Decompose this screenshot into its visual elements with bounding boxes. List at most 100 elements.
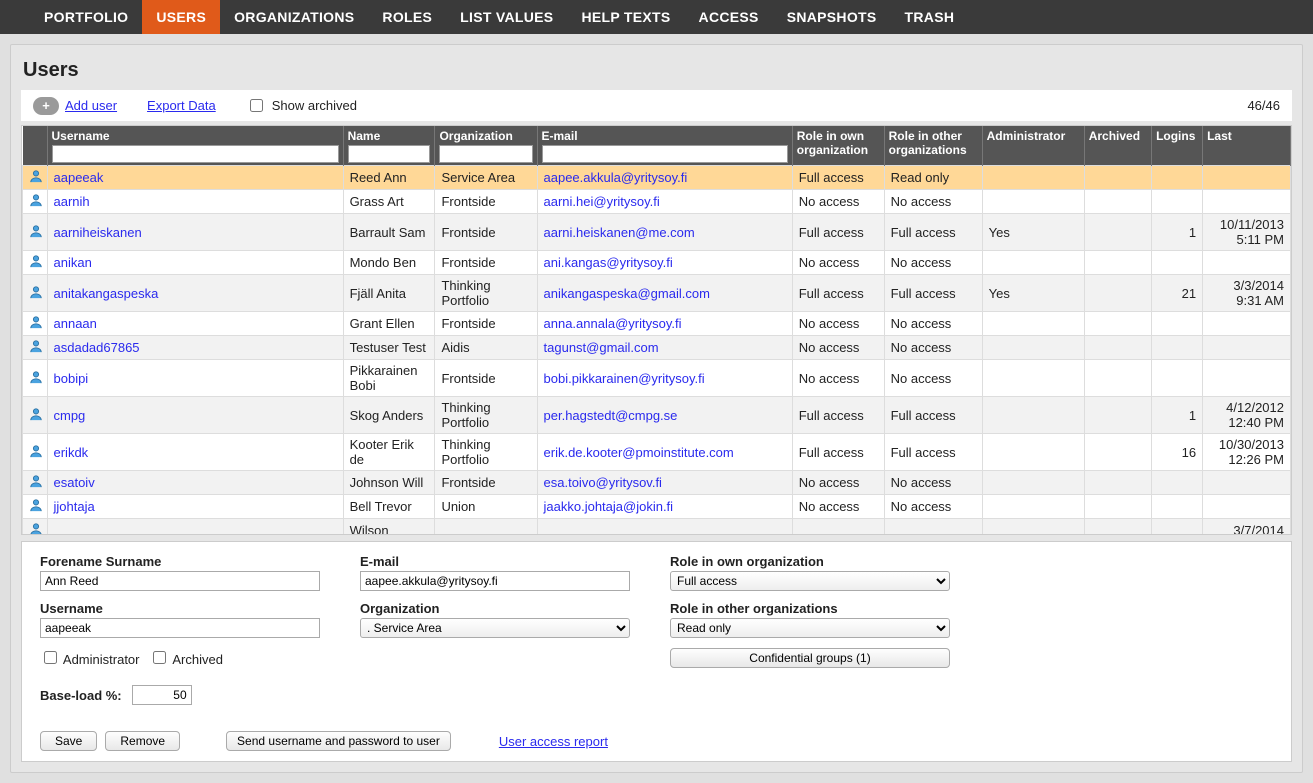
cell-role-own: Full access xyxy=(792,275,884,312)
username-link[interactable]: aapeeak xyxy=(54,170,104,185)
nav-item-users[interactable]: USERS xyxy=(142,0,220,34)
archived-toggle[interactable]: Archived xyxy=(149,648,222,667)
nav-item-portfolio[interactable]: PORTFOLIO xyxy=(30,0,142,34)
cell-name: Wilson xyxy=(343,519,435,536)
col-name[interactable]: Name xyxy=(343,126,435,166)
email-field[interactable] xyxy=(360,571,630,591)
email-link[interactable]: anikangaspeska@gmail.com xyxy=(544,286,710,301)
filter-email[interactable] xyxy=(542,145,788,163)
cell-role-own: No access xyxy=(792,312,884,336)
col-username[interactable]: Username xyxy=(47,126,343,166)
confidential-groups-button[interactable]: Confidential groups (1) xyxy=(670,648,950,668)
user-icon xyxy=(29,444,43,458)
table-row[interactable]: anitakangaspeskaFjäll AnitaThinking Port… xyxy=(23,275,1291,312)
username-link[interactable]: cmpg xyxy=(54,408,86,423)
cell-admin xyxy=(982,190,1084,214)
table-row[interactable]: erikdkKooter Erik deThinking Portfolioer… xyxy=(23,434,1291,471)
cell-role-own xyxy=(792,519,884,536)
cell-name: Skog Anders xyxy=(343,397,435,434)
cell-role-other: No access xyxy=(884,471,982,495)
organization-select[interactable]: . Service Area xyxy=(360,618,630,638)
col-organization[interactable]: Organization xyxy=(435,126,537,166)
table-row[interactable]: aapeeakReed AnnService Areaaapee.akkula@… xyxy=(23,166,1291,190)
table-row[interactable]: asdadad67865Testuser TestAidistagunst@gm… xyxy=(23,336,1291,360)
cell-last xyxy=(1203,336,1291,360)
filter-name[interactable] xyxy=(348,145,431,163)
nav-item-trash[interactable]: TRASH xyxy=(891,0,969,34)
show-archived-checkbox[interactable] xyxy=(250,99,263,112)
email-link[interactable]: jaakko.johtaja@jokin.fi xyxy=(544,499,674,514)
filter-organization[interactable] xyxy=(439,145,532,163)
nav-item-snapshots[interactable]: SNAPSHOTS xyxy=(773,0,891,34)
email-link[interactable]: esa.toivo@yritysov.fi xyxy=(544,475,662,490)
username-link[interactable]: anikan xyxy=(54,255,92,270)
forename-field[interactable] xyxy=(40,571,320,591)
cell-logins xyxy=(1152,360,1203,397)
email-link[interactable]: erik.de.kooter@pmoinstitute.com xyxy=(544,445,734,460)
col-archived[interactable]: Archived xyxy=(1084,126,1151,166)
username-link[interactable]: bobipi xyxy=(54,371,89,386)
cell-admin xyxy=(982,166,1084,190)
table-row[interactable]: annaanGrant EllenFrontsideanna.annala@yr… xyxy=(23,312,1291,336)
username-link[interactable]: erikdk xyxy=(54,445,89,460)
email-link[interactable]: aarni.hei@yritysoy.fi xyxy=(544,194,660,209)
baseload-field[interactable] xyxy=(132,685,192,705)
nav-item-organizations[interactable]: ORGANIZATIONS xyxy=(220,0,368,34)
username-link[interactable]: aarniheiskanen xyxy=(54,225,142,240)
table-row[interactable]: anikanMondo BenFrontsideani.kangas@yrity… xyxy=(23,251,1291,275)
cell-role-other: Full access xyxy=(884,397,982,434)
save-button[interactable]: Save xyxy=(40,731,97,751)
role-own-select[interactable]: Full access xyxy=(670,571,950,591)
add-icon[interactable]: + xyxy=(33,97,59,115)
user-access-report-link[interactable]: User access report xyxy=(499,734,608,749)
email-link[interactable]: aapee.akkula@yritysoy.fi xyxy=(544,170,688,185)
administrator-checkbox[interactable] xyxy=(44,651,57,664)
table-row[interactable]: aarnihGrass ArtFrontsideaarni.hei@yritys… xyxy=(23,190,1291,214)
col-role-other[interactable]: Role in other organizations xyxy=(884,126,982,166)
col-logins[interactable]: Logins xyxy=(1152,126,1203,166)
export-data-link[interactable]: Export Data xyxy=(147,98,216,113)
table-row[interactable]: aarniheiskanenBarrault SamFrontsideaarni… xyxy=(23,214,1291,251)
email-link[interactable]: per.hagstedt@cmpg.se xyxy=(544,408,678,423)
remove-button[interactable]: Remove xyxy=(105,731,180,751)
username-link[interactable]: jjohtaja xyxy=(54,499,95,514)
user-icon xyxy=(29,522,43,535)
col-last[interactable]: Last xyxy=(1203,126,1291,166)
archived-checkbox[interactable] xyxy=(153,651,166,664)
cell-logins xyxy=(1152,190,1203,214)
nav-item-help-texts[interactable]: HELP TEXTS xyxy=(567,0,684,34)
table-row[interactable]: cmpgSkog AndersThinking Portfolioper.hag… xyxy=(23,397,1291,434)
filter-username[interactable] xyxy=(52,145,339,163)
nav-item-list-values[interactable]: LIST VALUES xyxy=(446,0,567,34)
cell-role-own: No access xyxy=(792,471,884,495)
cell-name: Reed Ann xyxy=(343,166,435,190)
cell-last xyxy=(1203,190,1291,214)
administrator-toggle[interactable]: Administrator xyxy=(40,648,139,667)
show-archived-toggle[interactable]: Show archived xyxy=(246,96,357,115)
username-field[interactable] xyxy=(40,618,320,638)
email-link[interactable]: anna.annala@yritysoy.fi xyxy=(544,316,682,331)
table-row[interactable]: Wilson3/7/2014 xyxy=(23,519,1291,536)
username-link[interactable]: aarnih xyxy=(54,194,90,209)
email-link[interactable]: tagunst@gmail.com xyxy=(544,340,659,355)
email-link[interactable]: ani.kangas@yritysoy.fi xyxy=(544,255,673,270)
col-email[interactable]: E-mail xyxy=(537,126,792,166)
table-row[interactable]: jjohtajaBell TrevorUnionjaakko.johtaja@j… xyxy=(23,495,1291,519)
cell-archived xyxy=(1084,275,1151,312)
email-link[interactable]: aarni.heiskanen@me.com xyxy=(544,225,695,240)
cell-admin xyxy=(982,336,1084,360)
nav-item-roles[interactable]: ROLES xyxy=(368,0,446,34)
table-row[interactable]: bobipiPikkarainen BobiFrontsidebobi.pikk… xyxy=(23,360,1291,397)
nav-item-access[interactable]: ACCESS xyxy=(685,0,773,34)
username-link[interactable]: anitakangaspeska xyxy=(54,286,159,301)
username-link[interactable]: esatoiv xyxy=(54,475,95,490)
username-link[interactable]: asdadad67865 xyxy=(54,340,140,355)
table-row[interactable]: esatoivJohnson WillFrontsideesa.toivo@yr… xyxy=(23,471,1291,495)
username-link[interactable]: annaan xyxy=(54,316,97,331)
col-role-own[interactable]: Role in own organization xyxy=(792,126,884,166)
send-credentials-button[interactable]: Send username and password to user xyxy=(226,731,451,751)
role-other-select[interactable]: Read only xyxy=(670,618,950,638)
add-user-link[interactable]: Add user xyxy=(65,98,117,113)
col-admin[interactable]: Administrator xyxy=(982,126,1084,166)
email-link[interactable]: bobi.pikkarainen@yritysoy.fi xyxy=(544,371,705,386)
